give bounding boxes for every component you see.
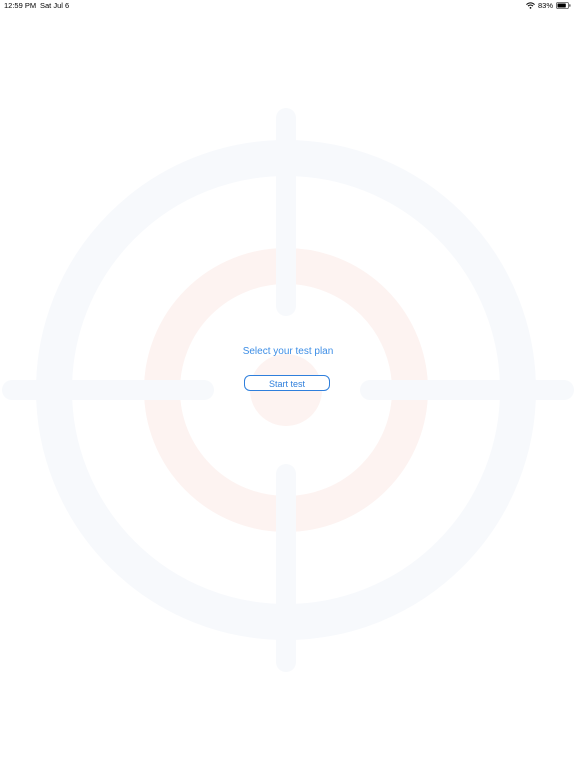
start-test-button[interactable]: Start test	[244, 375, 330, 391]
crosshair-left	[2, 380, 214, 400]
app-screen: 12:59 PM Sat Jul 6 83% Select your test …	[0, 0, 576, 768]
crosshair-top	[276, 108, 296, 316]
crosshair-right	[360, 380, 574, 400]
crosshair-bottom	[276, 464, 296, 672]
test-plan-prompt[interactable]: Select your test plan	[0, 346, 576, 357]
